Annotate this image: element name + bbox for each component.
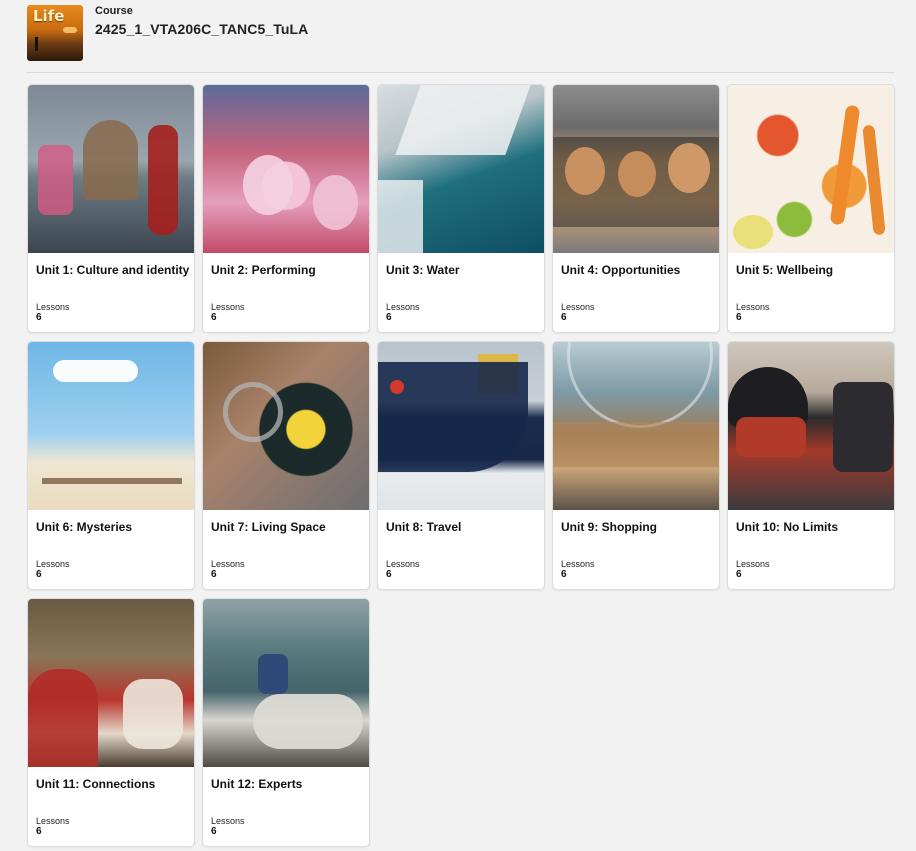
course-header: Life Course 2425_1_VTA206C_TANC5_TuLA bbox=[0, 0, 916, 74]
lessons-label: Lessons bbox=[211, 559, 245, 569]
lessons-label: Lessons bbox=[211, 816, 245, 826]
lessons-label: Lessons bbox=[36, 816, 70, 826]
lessons-count: 6 bbox=[36, 826, 42, 837]
unit-title: Unit 9: Shopping bbox=[561, 520, 657, 534]
unit-thumbnail bbox=[553, 342, 719, 510]
unit-title: Unit 10: No Limits bbox=[736, 520, 839, 534]
unit-card-2[interactable]: Unit 2: Performing Lessons 6 bbox=[202, 84, 370, 333]
unit-title: Unit 6: Mysteries bbox=[36, 520, 133, 534]
logo-sun-decoration bbox=[63, 27, 77, 33]
lessons-label: Lessons bbox=[36, 559, 70, 569]
lessons-count: 6 bbox=[561, 569, 567, 580]
unit-thumbnail bbox=[728, 342, 894, 510]
lessons-count: 6 bbox=[561, 312, 567, 323]
unit-card-1[interactable]: Unit 1: Culture and identity Lessons 6 bbox=[27, 84, 195, 333]
lessons-count: 6 bbox=[736, 569, 742, 580]
unit-card-7[interactable]: Unit 7: Living Space Lessons 6 bbox=[202, 341, 370, 590]
unit-card-5[interactable]: Unit 5: Wellbeing Lessons 6 bbox=[727, 84, 895, 333]
lessons-label: Lessons bbox=[561, 302, 595, 312]
lessons-count: 6 bbox=[36, 569, 42, 580]
unit-thumbnail bbox=[378, 85, 544, 253]
lessons-count: 6 bbox=[211, 569, 217, 580]
unit-card-3[interactable]: Unit 3: Water Lessons 6 bbox=[377, 84, 545, 333]
unit-title: Unit 11: Connections bbox=[36, 777, 156, 791]
unit-card-11[interactable]: Unit 11: Connections Lessons 6 bbox=[27, 598, 195, 847]
unit-thumbnail bbox=[203, 342, 369, 510]
lessons-label: Lessons bbox=[736, 302, 770, 312]
unit-title: Unit 2: Performing bbox=[211, 263, 316, 277]
unit-thumbnail bbox=[203, 85, 369, 253]
lessons-count: 6 bbox=[736, 312, 742, 323]
course-label: Course bbox=[95, 5, 133, 17]
unit-title: Unit 7: Living Space bbox=[211, 520, 326, 534]
lessons-label: Lessons bbox=[386, 302, 420, 312]
unit-thumbnail bbox=[28, 599, 194, 767]
logo-text: Life bbox=[33, 7, 65, 25]
unit-thumbnail bbox=[28, 342, 194, 510]
unit-grid: Unit 1: Culture and identity Lessons 6 U… bbox=[27, 84, 895, 847]
lessons-label: Lessons bbox=[736, 559, 770, 569]
course-logo[interactable]: Life bbox=[27, 5, 83, 61]
logo-figure-decoration bbox=[35, 37, 38, 51]
unit-card-4[interactable]: Unit 4: Opportunities Lessons 6 bbox=[552, 84, 720, 333]
lessons-count: 6 bbox=[386, 312, 392, 323]
lessons-count: 6 bbox=[386, 569, 392, 580]
unit-card-9[interactable]: Unit 9: Shopping Lessons 6 bbox=[552, 341, 720, 590]
unit-card-6[interactable]: Unit 6: Mysteries Lessons 6 bbox=[27, 341, 195, 590]
course-title: 2425_1_VTA206C_TANC5_TuLA bbox=[95, 21, 309, 37]
unit-title: Unit 8: Travel bbox=[386, 520, 462, 534]
unit-title: Unit 1: Culture and identity bbox=[36, 263, 190, 277]
lessons-count: 6 bbox=[211, 312, 217, 323]
lessons-label: Lessons bbox=[561, 559, 595, 569]
header-divider bbox=[27, 72, 895, 73]
unit-thumbnail bbox=[553, 85, 719, 253]
unit-thumbnail bbox=[378, 342, 544, 510]
unit-thumbnail bbox=[728, 85, 894, 253]
lessons-label: Lessons bbox=[386, 559, 420, 569]
unit-title: Unit 3: Water bbox=[386, 263, 460, 277]
lessons-label: Lessons bbox=[36, 302, 70, 312]
unit-card-12[interactable]: Unit 12: Experts Lessons 6 bbox=[202, 598, 370, 847]
lessons-label: Lessons bbox=[211, 302, 245, 312]
lessons-count: 6 bbox=[211, 826, 217, 837]
unit-card-10[interactable]: Unit 10: No Limits Lessons 6 bbox=[727, 341, 895, 590]
lessons-count: 6 bbox=[36, 312, 42, 323]
unit-thumbnail bbox=[28, 85, 194, 253]
unit-title: Unit 12: Experts bbox=[211, 777, 303, 791]
unit-thumbnail bbox=[203, 599, 369, 767]
unit-card-8[interactable]: Unit 8: Travel Lessons 6 bbox=[377, 341, 545, 590]
unit-title: Unit 5: Wellbeing bbox=[736, 263, 834, 277]
unit-title: Unit 4: Opportunities bbox=[561, 263, 681, 277]
